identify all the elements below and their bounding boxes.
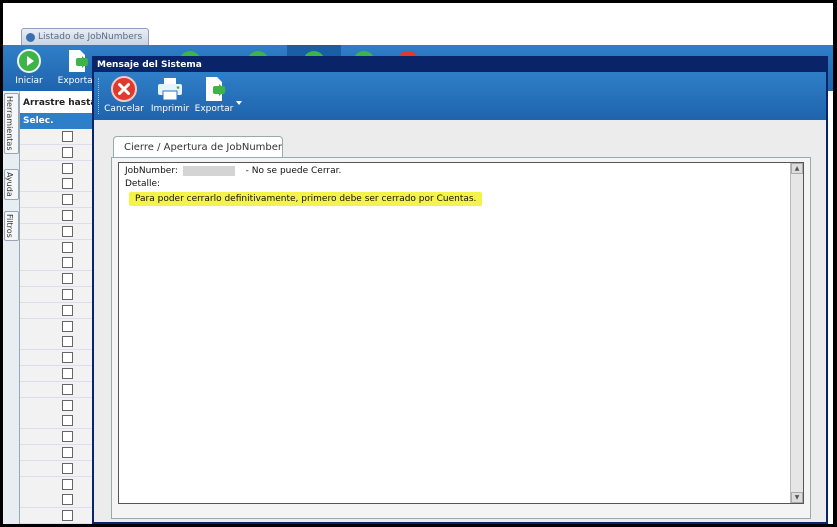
grid-header-selec[interactable]: Selec. [20, 113, 103, 129]
cancel-button[interactable]: Cancelar [104, 76, 144, 118]
table-row[interactable] [20, 476, 100, 493]
row-checkbox[interactable] [62, 241, 73, 253]
status-text: - No se puede Cerrar. [245, 166, 342, 176]
side-tab-ayuda[interactable]: Ayuda [4, 169, 19, 200]
table-row[interactable] [20, 445, 100, 461]
table-row[interactable] [20, 287, 100, 303]
tab-icon [26, 33, 35, 42]
row-checkbox[interactable] [62, 415, 73, 427]
table-row[interactable] [20, 413, 100, 430]
table-row[interactable] [20, 492, 100, 509]
scroll-down-icon[interactable]: ▼ [791, 492, 803, 503]
tab-cierre-apertura[interactable]: Cierre / Apertura de JobNumber [113, 136, 283, 158]
table-row[interactable] [20, 192, 100, 209]
row-checkbox[interactable] [62, 304, 73, 316]
side-tab-label: Filtros [5, 214, 14, 238]
detail-label: Detalle: [125, 179, 161, 189]
dialog-export-button[interactable]: Exportar [192, 76, 236, 118]
toolbar-grip [98, 78, 101, 114]
row-checkbox[interactable] [62, 146, 73, 158]
jobnumber-label: JobNumber: [125, 166, 178, 176]
left-rail: Herramientas Ayuda Filtros [3, 91, 20, 524]
redacted-jobnumber [182, 165, 235, 176]
side-tab-filtros[interactable]: Filtros [4, 211, 19, 241]
detail-text: Para poder cerrarlo definitivamente, pri… [129, 192, 483, 206]
message-content: JobNumber: - No se puede Cerrar. Detalle… [125, 165, 483, 206]
row-checkbox[interactable] [62, 462, 73, 474]
vertical-scrollbar[interactable]: ▲ ▼ [790, 163, 803, 503]
table-row[interactable] [20, 129, 100, 145]
table-row[interactable] [20, 318, 100, 335]
row-checkbox[interactable] [62, 352, 73, 364]
row-checkbox[interactable] [62, 289, 73, 300]
table-row[interactable] [20, 208, 100, 224]
row-checkbox[interactable] [62, 162, 73, 174]
start-button[interactable]: Iniciar [5, 47, 53, 89]
row-checkbox[interactable] [62, 336, 73, 348]
table-row[interactable] [20, 334, 100, 351]
export-dropdown-arrow-icon[interactable] [236, 98, 242, 105]
table-row[interactable] [20, 255, 100, 272]
tab-listado-jobnumbers[interactable]: Listado de JobNumbers [21, 28, 149, 45]
side-tab-herramientas[interactable]: Herramientas [4, 93, 19, 154]
play-icon [17, 49, 41, 73]
table-row[interactable] [20, 366, 100, 382]
row-checkbox[interactable] [62, 194, 73, 206]
row-checkbox[interactable] [62, 399, 73, 411]
table-row[interactable] [20, 239, 100, 256]
row-checkbox[interactable] [62, 510, 73, 522]
table-row[interactable] [20, 144, 100, 161]
side-tab-label: Herramientas [5, 96, 14, 151]
group-drag-hint: Arrastre hasta ac [20, 93, 103, 128]
row-checkbox[interactable] [62, 320, 73, 332]
detail-label-line: Detalle: [125, 178, 482, 191]
row-checkbox[interactable] [62, 178, 73, 190]
cancel-label: Cancelar [104, 104, 144, 114]
print-label: Imprimir [150, 104, 190, 114]
row-checkbox[interactable] [62, 225, 73, 237]
cancel-icon [111, 76, 137, 102]
export-icon [201, 76, 227, 102]
message-textbox[interactable]: JobNumber: - No se puede Cerrar. Detalle… [118, 162, 804, 504]
table-row[interactable] [20, 350, 100, 367]
tab-label: Listado de JobNumbers [38, 32, 143, 42]
table-row[interactable] [20, 381, 100, 398]
table-row[interactable] [20, 223, 100, 240]
jobnumber-line: JobNumber: - No se puede Cerrar. [125, 165, 482, 178]
tab-panel: JobNumber: - No se puede Cerrar. Detalle… [111, 157, 811, 519]
detail-text-line: Para poder cerrarlo definitivamente, pri… [125, 192, 483, 206]
export-label: Exportar [57, 76, 97, 86]
top-bar [3, 3, 833, 25]
dialog-body: Cierre / Apertura de JobNumber JobNumber… [94, 120, 826, 522]
row-checkbox[interactable] [62, 368, 73, 379]
scroll-up-icon[interactable]: ▲ [791, 163, 803, 174]
row-checkbox[interactable] [62, 383, 73, 395]
row-checkbox[interactable] [62, 257, 73, 269]
table-row[interactable] [20, 508, 100, 524]
row-checkbox[interactable] [62, 131, 73, 142]
table-row[interactable] [20, 460, 100, 477]
row-checkbox[interactable] [62, 494, 73, 506]
side-tab-label: Ayuda [5, 172, 14, 197]
system-message-dialog: Mensaje del Sistema Cancelar Imprimir Ex… [92, 56, 828, 524]
export-icon [65, 49, 89, 73]
table-row[interactable] [20, 176, 100, 193]
table-row[interactable] [20, 160, 100, 177]
table-row[interactable] [20, 429, 100, 446]
table-row[interactable] [20, 271, 100, 288]
dialog-export-label: Exportar [194, 104, 234, 114]
start-label: Iniciar [15, 76, 43, 86]
app-window: Listado de JobNumbers Iniciar Exportar H… [3, 3, 833, 524]
table-row[interactable] [20, 302, 100, 319]
print-button[interactable]: Imprimir [150, 76, 190, 118]
row-checkbox[interactable] [62, 447, 73, 458]
table-row[interactable] [20, 397, 100, 414]
printer-icon [156, 76, 184, 102]
row-checkbox[interactable] [62, 210, 73, 221]
row-checkbox[interactable] [62, 431, 73, 443]
row-checkbox[interactable] [62, 478, 73, 490]
dialog-title: Mensaje del Sistema [94, 58, 826, 72]
dialog-toolbar: Cancelar Imprimir Exportar [94, 72, 826, 120]
row-checkbox[interactable] [62, 273, 73, 285]
